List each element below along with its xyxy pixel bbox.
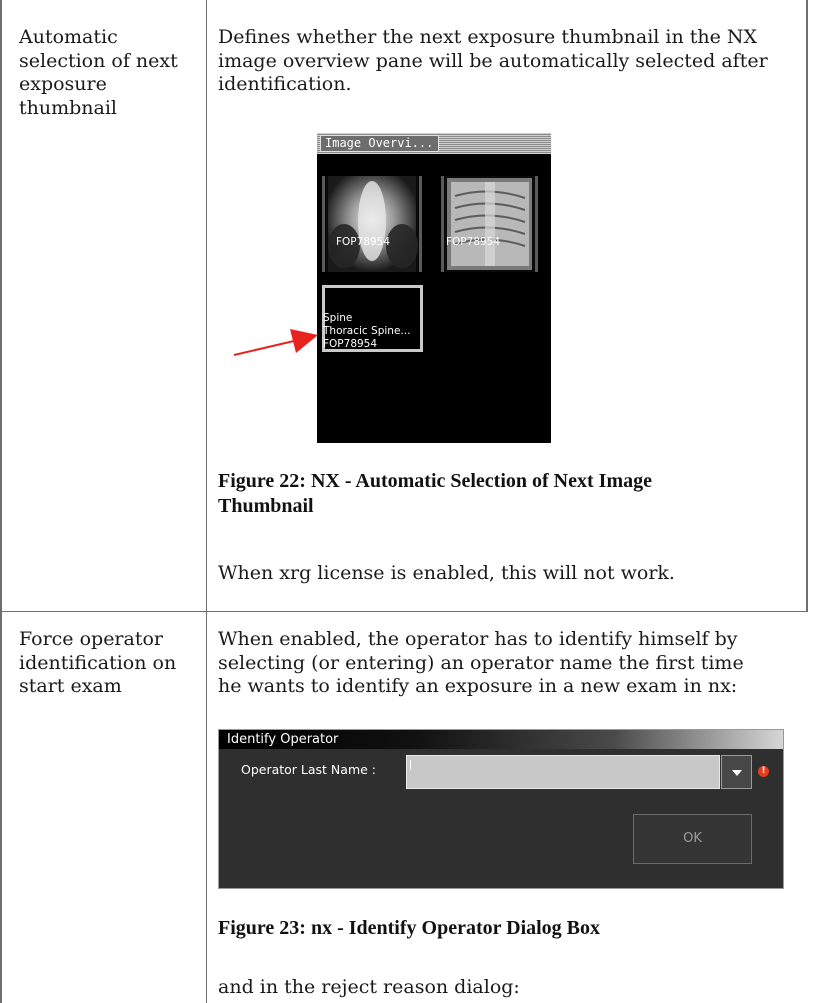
dialog-title-bar: Identify Operator [219, 730, 783, 749]
image-overview-pane: Image Overvi... FOP78954 FOP78954 Spine … [317, 133, 551, 443]
chevron-down-icon [732, 770, 742, 776]
warning-icon: ! [758, 766, 769, 777]
cervical-xray-image [322, 176, 422, 272]
selected-exposure-thumbnail[interactable]: Spine Thoracic Spine... FOP78954 [322, 285, 423, 352]
thumbnail-label: FOP78954 [446, 236, 501, 248]
pane-title-bar: Image Overvi... [317, 133, 551, 154]
setting-description: Defines whether the next exposure thumbn… [218, 26, 768, 95]
table-left-border [0, 0, 2, 1003]
operator-last-name-input[interactable] [406, 755, 720, 789]
thumbnail-exam-name: Thoracic Spine... [323, 325, 411, 337]
pane-title-tab[interactable]: Image Overvi... [320, 135, 439, 152]
reject-reason-note: and in the reject reason dialog: [218, 976, 520, 998]
table-right-border [806, 0, 808, 612]
exposure-thumbnail[interactable]: FOP78954 [441, 176, 538, 272]
ok-button[interactable]: OK [633, 814, 752, 864]
thumbnail-label: FOP78954 [336, 236, 391, 248]
license-note: When xrg license is enabled, this will n… [218, 562, 675, 584]
chest-xray-image [441, 176, 538, 272]
figure-caption: Figure 23: nx - Identify Operator Dialog… [218, 917, 601, 939]
operator-dropdown-button[interactable] [721, 755, 752, 789]
setting-name: Force operator identification on start e… [19, 628, 177, 697]
table-column-divider [206, 0, 207, 1003]
settings-table: Automatic selection of next exposure thu… [0, 0, 808, 1003]
text-cursor [410, 760, 411, 770]
exposure-thumbnail[interactable]: FOP78954 [322, 176, 422, 272]
figure-caption: Figure 22: NX - Automatic Selection of N… [218, 470, 652, 517]
red-arrow-icon [233, 329, 318, 356]
setting-description: When enabled, the operator has to identi… [218, 628, 744, 697]
row-divider [0, 611, 808, 612]
dialog-title: Identify Operator [227, 732, 339, 747]
setting-name: Automatic selection of next exposure thu… [19, 26, 178, 119]
identify-operator-dialog: Identify Operator Operator Last Name : !… [218, 729, 784, 889]
operator-last-name-label: Operator Last Name : [241, 762, 376, 777]
